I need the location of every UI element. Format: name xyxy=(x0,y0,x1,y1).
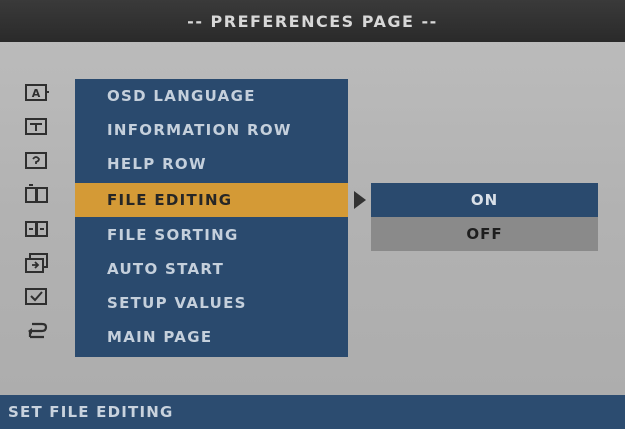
title-bar: -- PREFERENCES PAGE -- xyxy=(0,0,625,42)
auto-start-icon xyxy=(24,252,50,274)
page-title: -- PREFERENCES PAGE -- xyxy=(187,11,438,31)
svg-text:A: A xyxy=(32,87,41,100)
osd-screen: -- PREFERENCES PAGE -- A OSD LANGUAGE IN… xyxy=(0,0,625,429)
info-row-icon xyxy=(24,116,50,138)
menu-item-label: INFORMATION ROW xyxy=(107,121,292,139)
setup-values-icon xyxy=(24,286,50,308)
preferences-menu: OSD LANGUAGE INFORMATION ROW HELP ROW FI… xyxy=(75,79,348,357)
file-sort-icon xyxy=(24,218,50,240)
menu-item-file-sorting[interactable]: FILE SORTING xyxy=(75,218,348,252)
option-label: ON xyxy=(470,191,499,209)
status-text: SET FILE EDITING xyxy=(8,403,174,421)
option-on[interactable]: ON xyxy=(371,183,598,217)
option-off[interactable]: OFF xyxy=(371,217,598,251)
menu-item-help-row[interactable]: HELP ROW xyxy=(75,147,348,181)
menu-item-osd-language[interactable]: OSD LANGUAGE xyxy=(75,79,348,113)
menu-item-information-row[interactable]: INFORMATION ROW xyxy=(75,113,348,147)
submenu-arrow-icon xyxy=(354,191,366,209)
menu-item-file-editing[interactable]: FILE EDITING xyxy=(75,183,348,217)
file-editing-submenu: ON OFF xyxy=(371,183,598,251)
menu-item-label: SETUP VALUES xyxy=(107,294,247,312)
language-icon: A xyxy=(24,82,50,104)
status-bar: SET FILE EDITING xyxy=(0,395,625,429)
menu-item-label: HELP ROW xyxy=(107,155,207,173)
back-icon xyxy=(24,320,50,342)
option-label: OFF xyxy=(466,225,503,243)
menu-item-label: FILE SORTING xyxy=(107,226,239,244)
menu-item-main-page[interactable]: MAIN PAGE xyxy=(75,320,348,354)
menu-item-setup-values[interactable]: SETUP VALUES xyxy=(75,286,348,320)
help-row-icon xyxy=(24,150,50,172)
menu-item-label: MAIN PAGE xyxy=(107,328,213,346)
menu-item-label: OSD LANGUAGE xyxy=(107,87,256,105)
file-edit-icon xyxy=(24,184,50,206)
menu-item-auto-start[interactable]: AUTO START xyxy=(75,252,348,286)
menu-item-label: FILE EDITING xyxy=(107,191,233,209)
menu-item-label: AUTO START xyxy=(107,260,225,278)
